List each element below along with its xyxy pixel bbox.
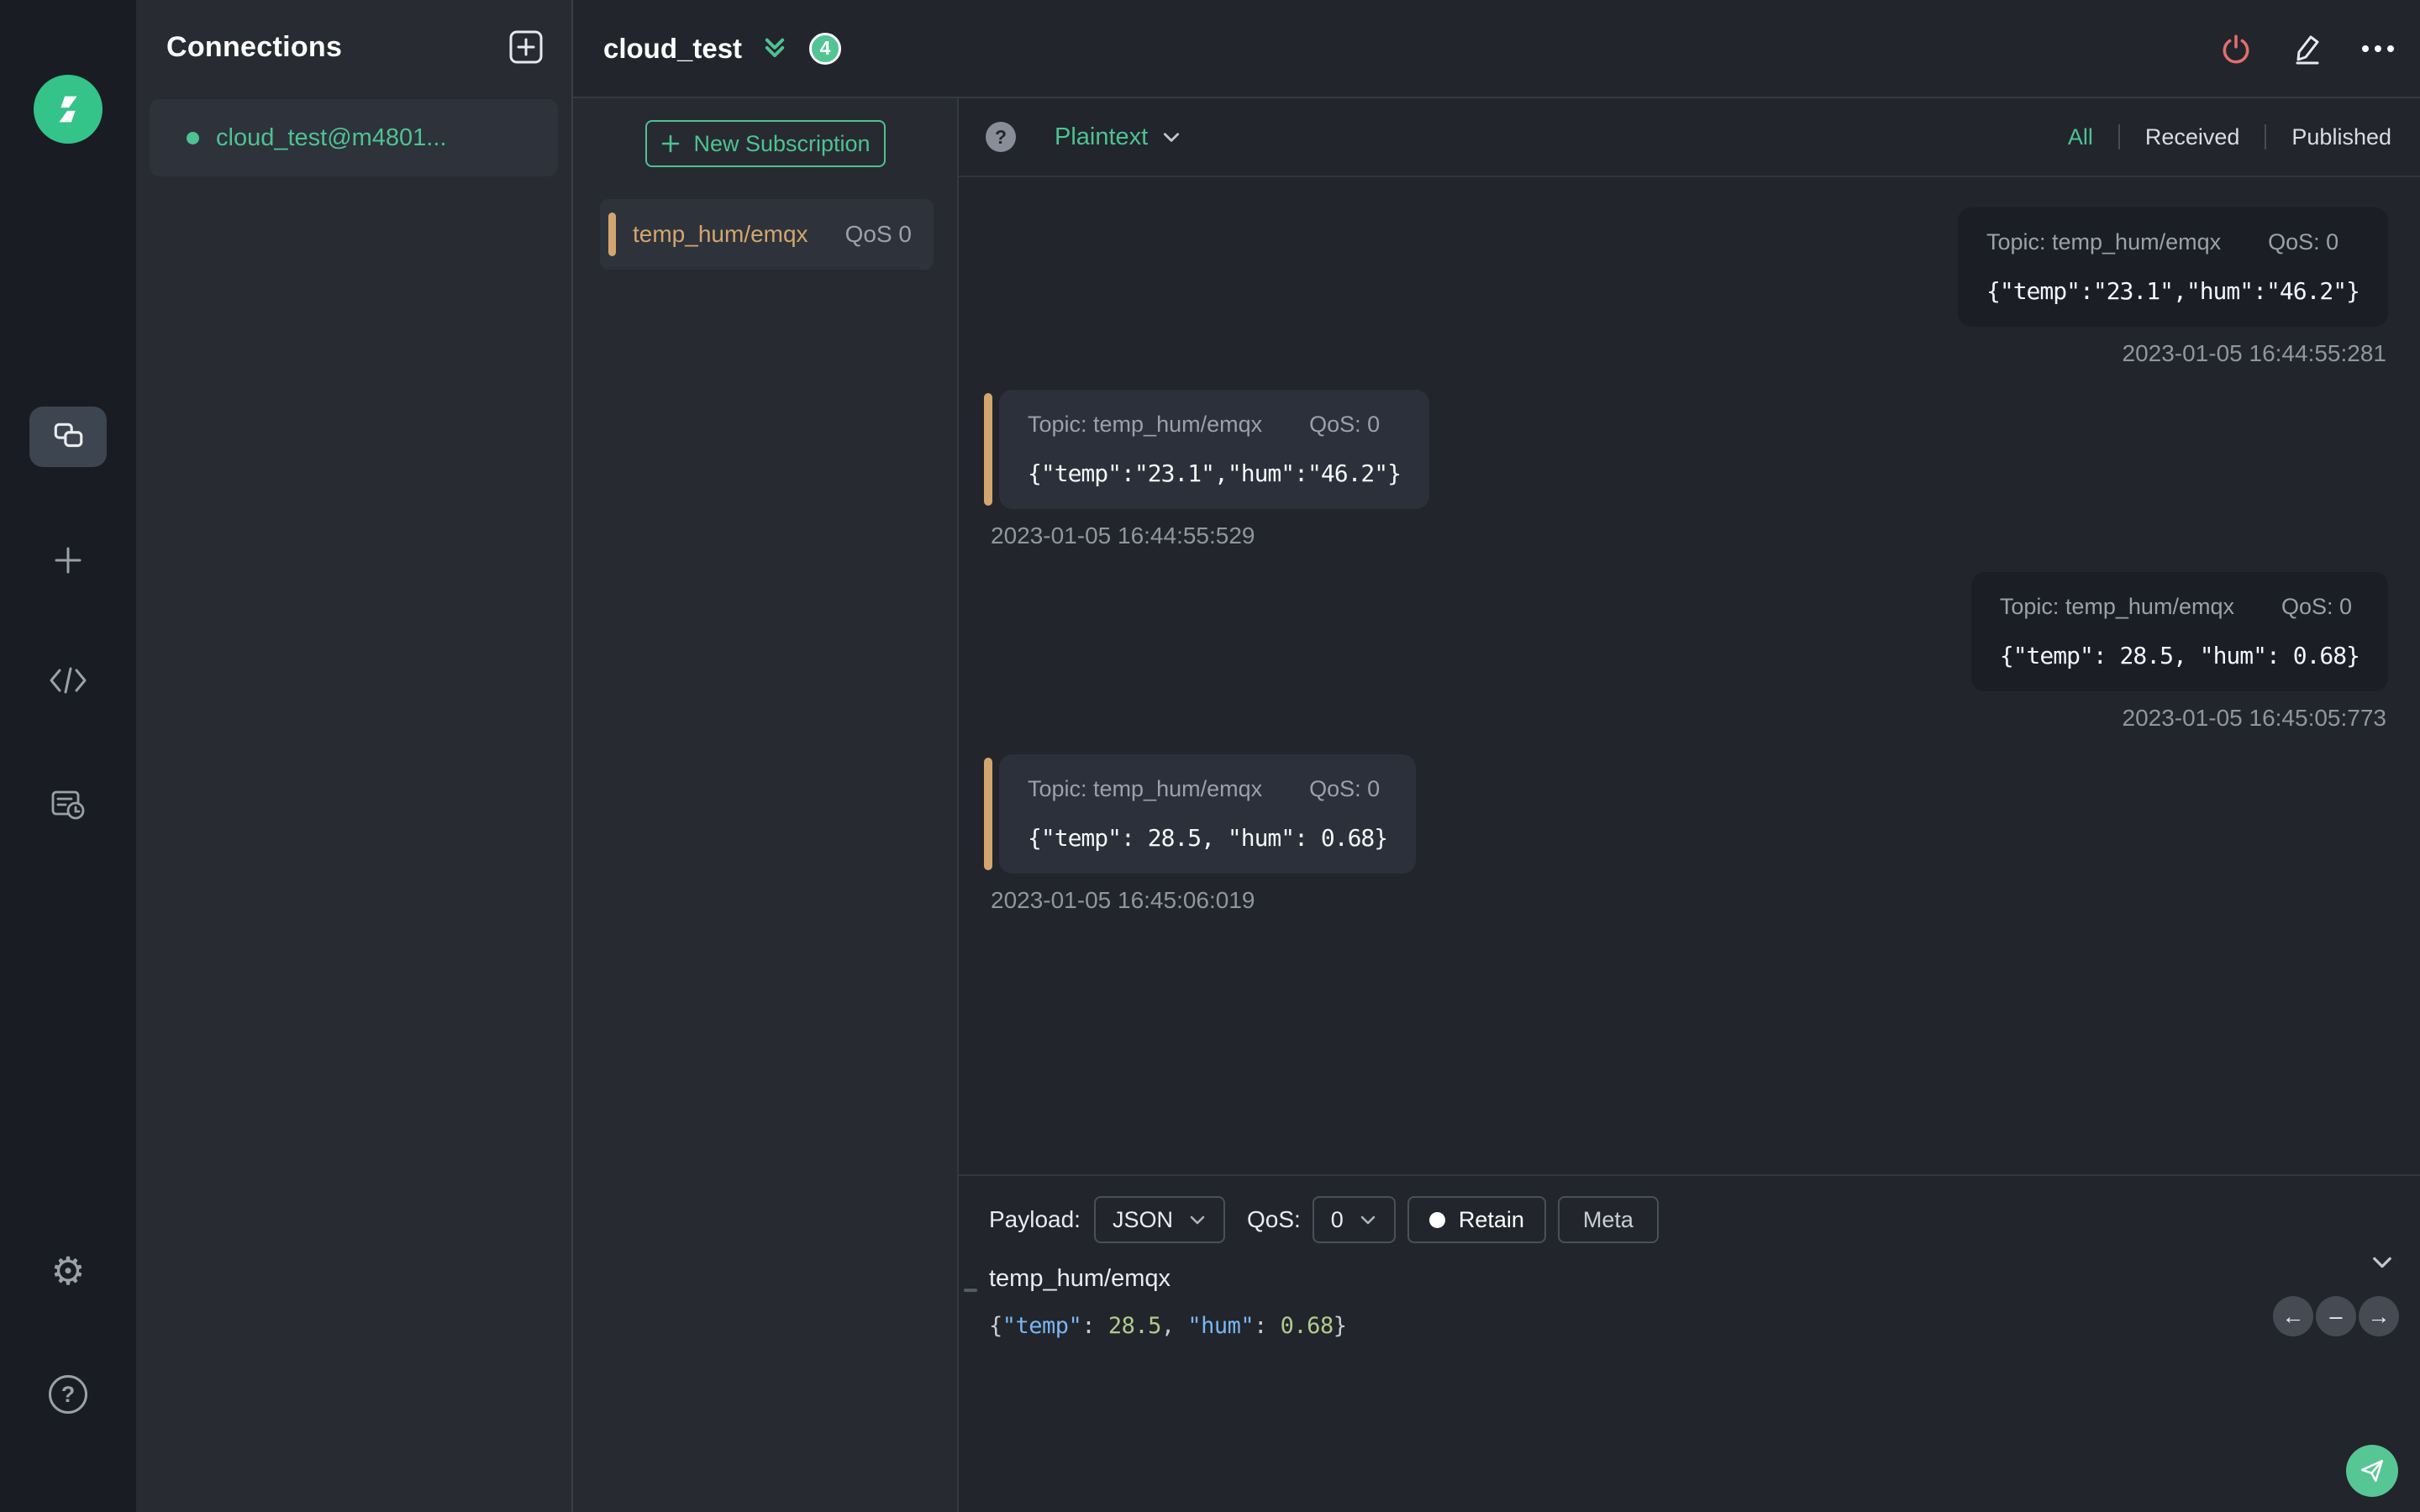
nav-help[interactable]: ? <box>49 1375 87 1414</box>
message-topic: Topic: temp_hum/emqx <box>1999 594 2234 619</box>
payload-format-dropdown[interactable]: JSON <box>1093 1196 1225 1243</box>
subscription-color-bar <box>608 213 616 256</box>
message-item: Topic: temp_hum/emqx QoS: 0 {"temp": 28.… <box>1970 572 2388 732</box>
left-icon-rail: ⚙ ? <box>0 0 136 1512</box>
messages-panel: ? Plaintext All Received Published Topic… <box>959 98 2420 1512</box>
nav-connections[interactable] <box>29 407 107 467</box>
edit-connection-button[interactable] <box>2289 31 2324 66</box>
message-bubble: Topic: temp_hum/emqx QoS: 0 {"temp": 28.… <box>999 754 1417 874</box>
message-accent-bar <box>984 393 992 506</box>
retain-dot-icon <box>1428 1211 1445 1228</box>
new-subscription-button[interactable]: New Subscription <box>644 120 886 167</box>
subscriptions-panel: New Subscription temp_hum/emqx QoS 0 <box>573 98 959 1512</box>
subscription-qos: QoS 0 <box>844 221 912 247</box>
meta-button[interactable]: Meta <box>1557 1196 1659 1243</box>
nav-log[interactable] <box>49 787 87 822</box>
publish-topic-input[interactable]: temp_hum/emqx <box>989 1265 2390 1293</box>
message-payload: {"temp": 28.5, "hum": 0.68} <box>1028 824 1388 852</box>
connections-icon <box>54 423 83 448</box>
message-qos: QoS: 0 <box>1309 776 1381 801</box>
plus-icon <box>55 547 82 574</box>
message-filters: All Received Published <box>2043 124 2395 150</box>
qos-label: QoS: <box>1246 1206 1301 1232</box>
message-timestamp: 2023-01-05 16:44:55:281 <box>2122 340 2387 366</box>
editor-gutter-mark <box>964 1289 977 1292</box>
chevron-down-icon <box>1164 133 1180 142</box>
code-icon <box>50 667 87 694</box>
message-accent-bar <box>984 758 992 870</box>
connection-title: cloud_test <box>603 32 743 64</box>
connection-name: cloud_test@m4801... <box>216 123 447 151</box>
pencil-icon <box>2296 35 2319 64</box>
nav-settings[interactable]: ⚙ <box>50 1252 85 1290</box>
question-icon: ? <box>60 1381 76 1407</box>
message-topic: Topic: temp_hum/emqx <box>1986 229 2222 255</box>
nav-new-connection[interactable] <box>50 542 87 579</box>
add-connection-button[interactable] <box>508 29 544 66</box>
connection-item[interactable]: cloud_test@m4801... <box>150 99 558 176</box>
send-button[interactable] <box>2346 1445 2398 1497</box>
message-qos: QoS: 0 <box>2268 229 2339 255</box>
history-next-button[interactable]: → <box>2359 1296 2399 1336</box>
payload-format-help-icon[interactable]: ? <box>986 122 1016 152</box>
history-prev-button[interactable]: ← <box>2273 1296 2313 1336</box>
filter-received[interactable]: Received <box>2120 124 2265 150</box>
message-qos: QoS: 0 <box>2281 594 2353 619</box>
qos-dropdown[interactable]: 0 <box>1312 1196 1396 1243</box>
messages-toolbar: ? Plaintext All Received Published <box>959 98 2420 177</box>
payload-format-select[interactable]: Plaintext <box>1055 123 1181 151</box>
subscription-item[interactable]: temp_hum/emqx QoS 0 <box>600 199 934 270</box>
message-payload: {"temp":"23.1","hum":"46.2"} <box>1028 459 1402 487</box>
log-icon <box>51 790 85 820</box>
message-list: Topic: temp_hum/emqx QoS: 0 {"temp":"23.… <box>959 177 2420 1174</box>
plus-icon <box>662 134 680 153</box>
message-item: Topic: temp_hum/emqx QoS: 0 {"temp": 28.… <box>984 754 1417 914</box>
history-clear-button[interactable]: – <box>2316 1296 2356 1336</box>
paper-plane-icon <box>2360 1459 2384 1483</box>
subscription-topic: temp_hum/emqx <box>633 221 808 247</box>
message-topic: Topic: temp_hum/emqx <box>1028 412 1263 437</box>
unread-count-badge: 4 <box>809 32 842 65</box>
message-bubble: Topic: temp_hum/emqx QoS: 0 {"temp":"23.… <box>1957 207 2388 327</box>
nav-script[interactable] <box>48 664 88 696</box>
collapse-connection-icon[interactable] <box>762 36 787 61</box>
connections-title: Connections <box>166 30 343 63</box>
message-timestamp: 2023-01-05 16:45:06:019 <box>991 887 1255 913</box>
mqttx-logo-mark <box>59 96 77 123</box>
message-bubble: Topic: temp_hum/emqx QoS: 0 {"temp": 28.… <box>1970 572 2388 691</box>
message-timestamp: 2023-01-05 16:44:55:529 <box>991 522 1255 549</box>
mqttx-logo <box>34 75 103 144</box>
message-item: Topic: temp_hum/emqx QoS: 0 {"temp":"23.… <box>1957 207 2388 367</box>
disconnect-button[interactable] <box>2218 31 2254 66</box>
message-payload: {"temp":"23.1","hum":"46.2"} <box>1986 277 2360 305</box>
message-payload: {"temp": 28.5, "hum": 0.68} <box>1999 642 2360 669</box>
filter-published[interactable]: Published <box>2266 124 2395 150</box>
plus-square-icon <box>509 30 543 64</box>
connection-topbar: cloud_test 4 <box>573 0 2420 98</box>
main-area: cloud_test 4 New Subscription temp_hum/e… <box>573 0 2420 1512</box>
ellipsis-icon <box>2362 45 2394 52</box>
message-bubble: Topic: temp_hum/emqx QoS: 0 {"temp":"23.… <box>999 390 1430 509</box>
gear-icon: ⚙ <box>50 1249 86 1293</box>
more-options-button[interactable] <box>2360 42 2396 55</box>
publish-panel: Payload: JSON QoS: 0 Retain Meta temp_hu… <box>959 1174 2420 1512</box>
history-nav: ← – → <box>2273 1296 2399 1336</box>
publish-payload-editor[interactable]: {"temp": 28.5, "hum": 0.68} <box>989 1313 2390 1339</box>
message-timestamp: 2023-01-05 16:45:05:773 <box>2122 705 2387 731</box>
chevron-down-icon <box>1360 1215 1376 1225</box>
connections-panel: Connections cloud_test@m4801... <box>136 0 573 1512</box>
connection-status-dot <box>187 131 199 144</box>
message-topic: Topic: temp_hum/emqx <box>1028 776 1263 801</box>
chevron-down-icon <box>1190 1215 1205 1225</box>
retain-toggle[interactable]: Retain <box>1407 1196 1546 1243</box>
message-item: Topic: temp_hum/emqx QoS: 0 {"temp":"23.… <box>984 390 1430 549</box>
payload-label: Payload: <box>989 1206 1081 1232</box>
filter-all[interactable]: All <box>2043 124 2118 150</box>
collapse-publish-icon[interactable] <box>2370 1250 2395 1275</box>
message-qos: QoS: 0 <box>1309 412 1381 437</box>
power-icon <box>2223 34 2249 63</box>
